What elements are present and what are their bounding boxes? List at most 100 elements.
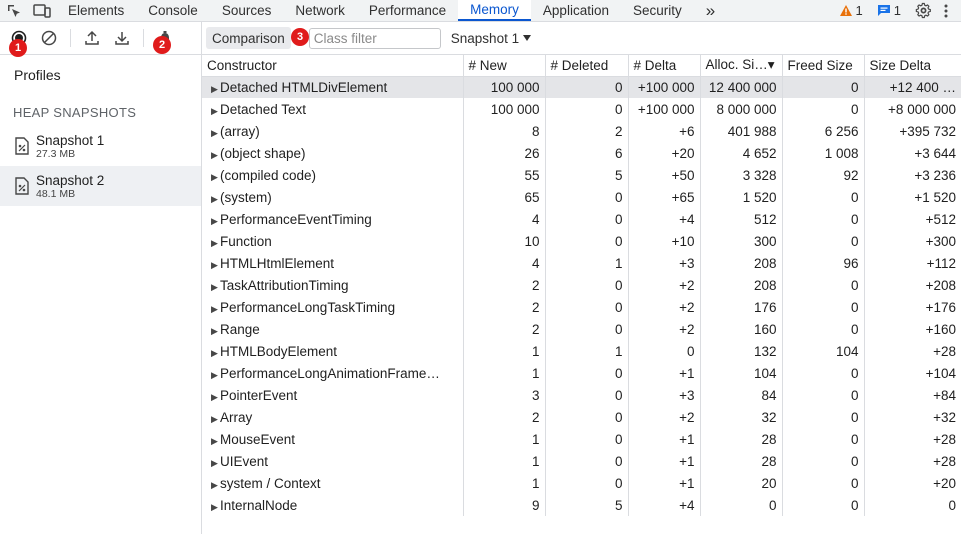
expand-arrow-icon[interactable]: ▶	[207, 106, 220, 117]
snapshot-name: Snapshot 2	[36, 172, 105, 188]
expand-arrow-icon[interactable]: ▶	[207, 502, 220, 513]
size-delta-cell: +112	[926, 255, 956, 271]
column-header-freed-size[interactable]: Freed Size	[782, 55, 865, 77]
delta-count-cell: +4	[628, 208, 701, 230]
profiles-sidebar: 1 2 Profiles HEAP SNAPSHOTS Snapshot 1 2…	[0, 22, 202, 534]
expand-arrow-icon[interactable]: ▶	[207, 84, 220, 95]
freed-size-cell: 0	[782, 98, 865, 120]
tab-application[interactable]: Application	[531, 0, 621, 21]
clear-button[interactable]	[38, 27, 60, 49]
constructor-cell: ▶ HTMLBodyElement	[202, 340, 464, 362]
expand-arrow-icon[interactable]: ▶	[207, 304, 220, 315]
expand-arrow-icon[interactable]: ▶	[207, 238, 220, 249]
freed-size-cell: 0	[782, 296, 865, 318]
freed-size-cell: 0	[782, 406, 865, 428]
inspect-element-icon[interactable]	[0, 0, 28, 21]
table-row[interactable]: ▶ Array 2 0 +2 32 0 +32	[202, 406, 961, 428]
tab-console[interactable]: Console	[136, 0, 210, 21]
table-row[interactable]: ▶ system / Context 1 0 +1 20 0 +20	[202, 472, 961, 494]
constructor-name: HTMLBodyElement	[220, 343, 338, 359]
column-header-constructor[interactable]: Constructor	[202, 55, 464, 77]
table-row[interactable]: ▶ Detached Text 100 000 0 +100 000 8 000 000 0…	[202, 98, 961, 120]
messages-counter[interactable]: 1	[871, 3, 907, 18]
expand-arrow-icon[interactable]: ▶	[207, 458, 220, 469]
expand-arrow-icon[interactable]: ▶	[207, 370, 220, 381]
delta-count-cell: +65	[628, 186, 701, 208]
table-row[interactable]: ▶ InternalNode 9 5 +4 0 0 0	[202, 494, 961, 516]
class-filter-input[interactable]	[308, 27, 441, 49]
expand-arrow-icon[interactable]: ▶	[207, 282, 220, 293]
tab-security[interactable]: Security	[621, 0, 694, 21]
expand-arrow-icon[interactable]: ▶	[207, 480, 220, 491]
column-header-size-delta[interactable]: Size Delta	[864, 55, 961, 77]
expand-arrow-icon[interactable]: ▶	[207, 128, 220, 139]
table-row[interactable]: ▶ Detached HTMLDivElement 100 000 0 +100 000…	[202, 76, 961, 98]
expand-arrow-icon[interactable]: ▶	[207, 414, 220, 425]
expand-arrow-icon[interactable]: ▶	[207, 326, 220, 337]
deleted-count-cell: 0	[545, 274, 629, 296]
tab-memory[interactable]: Memory	[458, 0, 531, 21]
device-toolbar-icon[interactable]	[28, 0, 56, 21]
table-row[interactable]: ▶ (compiled code) 55 5 +50 3 328 92 +3 236	[202, 164, 961, 186]
tab-sources[interactable]: Sources	[210, 0, 284, 21]
tab-performance[interactable]: Performance	[357, 0, 458, 21]
expand-arrow-icon[interactable]: ▶	[207, 348, 220, 359]
load-profile-button[interactable]	[81, 27, 103, 49]
table-row[interactable]: ▶ HTMLHtmlElement 4 1 +3 208 96 +112	[202, 252, 961, 274]
column-header-delta[interactable]: # Delta	[628, 55, 701, 77]
deleted-count-cell: 0	[545, 230, 629, 252]
base-snapshot-select[interactable]: Snapshot 1	[451, 31, 532, 46]
snapshot-item-2[interactable]: Snapshot 2 48.1 MB	[0, 166, 201, 206]
expand-arrow-icon[interactable]: ▶	[207, 392, 220, 403]
expand-arrow-icon[interactable]: ▶	[207, 172, 220, 183]
table-row[interactable]: ▶ (array) 8 2 +6 401 988 6 256 +395 732	[202, 120, 961, 142]
size-delta-cell: +3 644	[914, 145, 956, 161]
snapshot-item-1[interactable]: Snapshot 1 27.3 MB	[0, 126, 201, 166]
table-row[interactable]: ▶ PerformanceLongAnimationFrame… 1 0 +1 104 0 +…	[202, 362, 961, 384]
table-row[interactable]: ▶ UIEvent 1 0 +1 28 0 +28	[202, 450, 961, 472]
expand-arrow-icon[interactable]: ▶	[207, 436, 220, 447]
constructor-name: TaskAttributionTiming	[220, 277, 349, 293]
snapshot-view: Comparison 3 Snapshot 1 Constructor # Ne…	[202, 22, 961, 534]
expand-arrow-icon[interactable]: ▶	[207, 194, 220, 205]
alloc-size-cell: 401 988	[700, 120, 783, 142]
view-mode-select[interactable]: Comparison	[206, 27, 291, 49]
deleted-count-cell: 0	[545, 406, 629, 428]
alloc-size-cell: 512	[700, 208, 783, 230]
column-header-deleted[interactable]: # Deleted	[545, 55, 629, 77]
expand-arrow-icon[interactable]: ▶	[207, 260, 220, 271]
table-row[interactable]: ▶ MouseEvent 1 0 +1 28 0 +28	[202, 428, 961, 450]
freed-size-cell: 1 008	[782, 142, 865, 164]
deleted-count-cell: 0	[545, 450, 629, 472]
more-options-icon[interactable]	[939, 4, 953, 18]
more-tabs-button[interactable]: »	[694, 0, 727, 21]
delta-count-cell: +50	[628, 164, 701, 186]
snapshot-size: 27.3 MB	[36, 147, 76, 160]
save-profile-button[interactable]	[111, 27, 133, 49]
freed-size-cell: 0	[782, 76, 865, 98]
constructor-cell: ▶ MouseEvent	[202, 428, 464, 450]
freed-size-cell: 104	[782, 340, 865, 362]
alloc-size-cell: 32	[700, 406, 783, 428]
table-row[interactable]: ▶ HTMLBodyElement 1 1 0 132 104 +28	[202, 340, 961, 362]
settings-gear-icon[interactable]	[909, 2, 937, 19]
tab-network[interactable]: Network	[283, 0, 357, 21]
column-header-alloc-size[interactable]: Alloc. Si…▾	[700, 55, 783, 77]
table-row[interactable]: ▶ (system) 65 0 +65 1 520 0 +1 520	[202, 186, 961, 208]
warnings-counter[interactable]: 1	[833, 3, 869, 18]
table-row[interactable]: ▶ TaskAttributionTiming 2 0 +2 208 0 +208	[202, 274, 961, 296]
new-count-cell: 1	[463, 340, 546, 362]
table-row[interactable]: ▶ PointerEvent 3 0 +3 84 0 +84	[202, 384, 961, 406]
table-row[interactable]: ▶ Function 10 0 +10 300 0 +300	[202, 230, 961, 252]
expand-arrow-icon[interactable]: ▶	[207, 216, 220, 227]
new-count-cell: 65	[463, 186, 546, 208]
table-row[interactable]: ▶ PerformanceLongTaskTiming 2 0 +2 176 0 +176	[202, 296, 961, 318]
tab-elements[interactable]: Elements	[56, 0, 136, 21]
constructor-cell: ▶ (system)	[202, 186, 464, 208]
table-row[interactable]: ▶ PerformanceEventTiming 4 0 +4 512 0 +512	[202, 208, 961, 230]
table-row[interactable]: ▶ Range 2 0 +2 160 0 +160	[202, 318, 961, 340]
alloc-size-cell: 1 520	[700, 186, 783, 208]
table-row[interactable]: ▶ (object shape) 26 6 +20 4 652 1 008 +3 644	[202, 142, 961, 164]
column-header-new[interactable]: # New	[463, 55, 546, 77]
expand-arrow-icon[interactable]: ▶	[207, 150, 220, 161]
